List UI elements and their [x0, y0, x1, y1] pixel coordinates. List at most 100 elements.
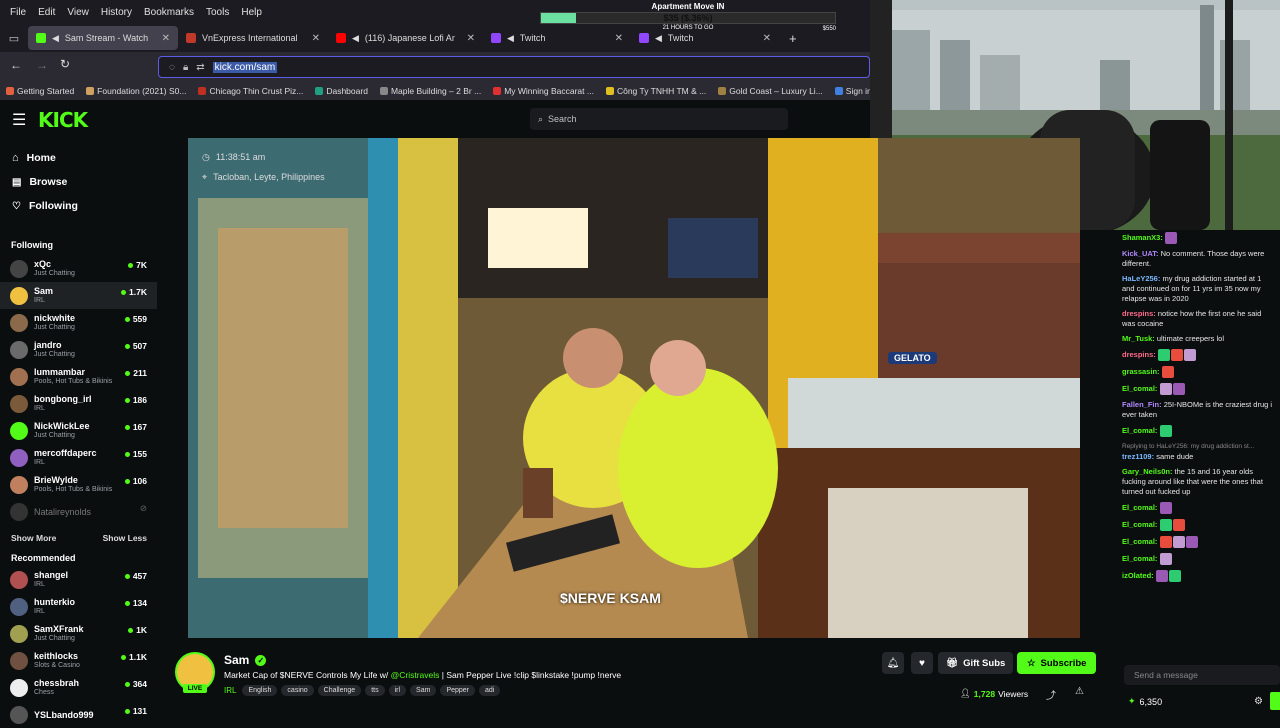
channel-item-offline[interactable]: Natalireynolds ⊘: [0, 498, 157, 525]
streamer-name[interactable]: Sam: [224, 653, 249, 667]
close-icon[interactable]: ✕: [467, 33, 475, 44]
close-icon[interactable]: ✕: [162, 33, 170, 44]
kick-logo[interactable]: KICK: [38, 108, 88, 132]
forward-icon[interactable]: →: [36, 58, 48, 72]
speaker-icon[interactable]: ◀: [655, 33, 662, 44]
sidebar-item-following[interactable]: ♡ Following: [0, 194, 157, 218]
bookmark-item[interactable]: Getting Started: [0, 86, 80, 96]
chat-message[interactable]: El_comal:: [1122, 383, 1274, 395]
channel-item-jandro[interactable]: jandro Just Chatting 507: [0, 336, 157, 363]
chat-message[interactable]: Mr_Tusk: ultimate creepers lol: [1122, 334, 1274, 344]
speaker-icon[interactable]: ◀: [507, 33, 514, 44]
channel-item-nickwhite[interactable]: nickwhite Just Chatting 559: [0, 309, 157, 336]
chat-message[interactable]: El_comal:: [1122, 553, 1274, 565]
chat-message[interactable]: grassasin:: [1122, 366, 1274, 378]
tag-pill[interactable]: adi: [479, 685, 501, 696]
chat-message[interactable]: drespins:: [1122, 349, 1274, 361]
speaker-icon[interactable]: ◀: [352, 33, 359, 44]
chat-send-button[interactable]: [1270, 692, 1280, 710]
bookmark-item[interactable]: Sign in - Drea: [829, 86, 870, 96]
chat-username[interactable]: ShamanX3:: [1122, 233, 1163, 242]
tag-pill[interactable]: Challenge: [317, 685, 362, 696]
menu-help[interactable]: Help: [235, 7, 268, 18]
channel-item-samxfrank[interactable]: SamXFrank Just Chatting 1K: [0, 620, 157, 647]
channel-item-hunterkio[interactable]: hunterkio IRL 134: [0, 593, 157, 620]
chat-username[interactable]: Mr_Tusk:: [1122, 334, 1155, 343]
report-icon[interactable]: ⚠: [1075, 686, 1084, 697]
chat-username[interactable]: drespins:: [1122, 350, 1156, 359]
tab-lofi[interactable]: ◀ (116) Japanese Lofi Ambien ✕: [328, 26, 483, 50]
bookmark-item[interactable]: My Winning Baccarat ...: [487, 86, 600, 96]
chat-username[interactable]: Fallen_Fin:: [1122, 400, 1162, 409]
settings-gear-icon[interactable]: ⚙: [1254, 696, 1263, 707]
lock-icon[interactable]: 🔒︎: [183, 62, 188, 73]
chat-message[interactable]: El_comal:: [1122, 425, 1274, 437]
shield-icon[interactable]: ◌: [169, 62, 175, 73]
stream-category[interactable]: IRL: [224, 686, 236, 695]
chat-message[interactable]: izOlated:: [1122, 570, 1274, 582]
show-more-button[interactable]: Show More: [11, 533, 56, 543]
chat-username[interactable]: El_comal:: [1122, 520, 1157, 529]
chat-username[interactable]: drespins:: [1122, 309, 1156, 318]
chat-username[interactable]: trez1109:: [1122, 452, 1154, 461]
show-less-button[interactable]: Show Less: [103, 533, 147, 543]
chat-message[interactable]: El_comal:: [1122, 536, 1274, 548]
chat-message[interactable]: Gary_Neils0n: the 15 and 16 year olds fu…: [1122, 467, 1274, 497]
chat-username[interactable]: El_comal:: [1122, 426, 1157, 435]
tag-pill[interactable]: tts: [365, 685, 385, 696]
follow-heart-icon[interactable]: ♥: [911, 652, 933, 674]
url-text[interactable]: kick.com/sam: [212, 61, 278, 73]
sidebar-item-home[interactable]: ⌂ Home: [0, 146, 157, 170]
gift-subs-button[interactable]: 🎁︎ Gift Subs: [938, 652, 1014, 674]
tag-pill[interactable]: irl: [388, 685, 407, 696]
tag-pill[interactable]: Sam: [410, 685, 437, 696]
chat-input[interactable]: Send a message: [1124, 665, 1280, 685]
tab-vnexpress[interactable]: VnExpress International - Latest ✕: [178, 26, 328, 50]
url-bar[interactable]: ◌ 🔒︎ ⇄ kick.com/sam: [158, 56, 870, 78]
chat-message[interactable]: Kick_UAT: No comment. Those days were di…: [1122, 249, 1274, 269]
hamburger-menu-icon[interactable]: ☰: [12, 110, 26, 130]
channel-item-briewylde[interactable]: BrieWylde Pools, Hot Tubs & Bikinis 106: [0, 471, 157, 498]
speaker-icon[interactable]: ◀: [52, 33, 59, 44]
menu-history[interactable]: History: [95, 7, 138, 18]
chat-username[interactable]: El_comal:: [1122, 384, 1157, 393]
chat-username[interactable]: grassasin:: [1122, 367, 1160, 376]
bookmark-item[interactable]: Công Ty TNHH TM & ...: [600, 86, 712, 96]
bookmark-item[interactable]: Dashboard: [309, 86, 374, 96]
channel-item-nickwicklee[interactable]: NickWickLee Just Chatting 167: [0, 417, 157, 444]
chat-message[interactable]: HaLeY256: my drug addiction started at 1…: [1122, 274, 1274, 304]
menu-tools[interactable]: Tools: [200, 7, 235, 18]
channel-item-keithlocks[interactable]: keithlocks Slots & Casino 1.1K: [0, 647, 157, 674]
notification-bell-icon[interactable]: 🔔︎: [882, 652, 904, 674]
reload-icon[interactable]: ↻: [60, 57, 70, 71]
chat-username[interactable]: Kick_UAT:: [1122, 249, 1159, 258]
chat-message[interactable]: El_comal:: [1122, 502, 1274, 514]
share-icon[interactable]: ⤴: [1046, 687, 1056, 702]
channel-item-xqc[interactable]: xQc Just Chatting 7K: [0, 255, 157, 282]
chat-username[interactable]: El_comal:: [1122, 503, 1157, 512]
tag-pill[interactable]: Pepper: [440, 685, 476, 696]
chat-message[interactable]: Fallen_Fin: 25I-NBOMe is the craziest dr…: [1122, 400, 1274, 420]
tab-sam-stream[interactable]: ◀ Sam Stream - Watch Live ✕: [28, 26, 178, 50]
chat-message[interactable]: El_comal:: [1122, 519, 1274, 531]
menu-edit[interactable]: Edit: [32, 7, 61, 18]
menu-file[interactable]: File: [4, 7, 32, 18]
sidebar-item-browse[interactable]: ▤ Browse: [0, 170, 157, 194]
close-icon[interactable]: ✕: [763, 33, 771, 44]
channel-item-chessbrah[interactable]: chessbrah Chess 364: [0, 674, 157, 701]
bookmark-item[interactable]: Gold Coast – Luxury Li...: [712, 86, 829, 96]
bookmark-item[interactable]: Chicago Thin Crust Piz...: [192, 86, 309, 96]
video-player[interactable]: ◷ 11:38:51 am ⌖ Tacloban, Leyte, Philipp…: [188, 138, 1080, 638]
menu-bookmarks[interactable]: Bookmarks: [138, 7, 200, 18]
chat-username[interactable]: El_comal:: [1122, 554, 1157, 563]
chat-username[interactable]: izOlated:: [1122, 571, 1154, 580]
tag-pill[interactable]: casino: [281, 685, 314, 696]
chat-message[interactable]: drespins: notice how the first one he sa…: [1122, 309, 1274, 329]
tab-list-icon[interactable]: ▭: [0, 32, 28, 45]
channel-item-yslbando999[interactable]: YSLbando999 131: [0, 701, 157, 728]
channel-item-lummambar[interactable]: lummambar Pools, Hot Tubs & Bikinis 211: [0, 363, 157, 390]
chat-username[interactable]: El_comal:: [1122, 537, 1157, 546]
bookmark-item[interactable]: Maple Building – 2 Br ...: [374, 86, 487, 96]
back-icon[interactable]: ←: [10, 58, 22, 72]
tag-pill[interactable]: English: [242, 685, 278, 696]
